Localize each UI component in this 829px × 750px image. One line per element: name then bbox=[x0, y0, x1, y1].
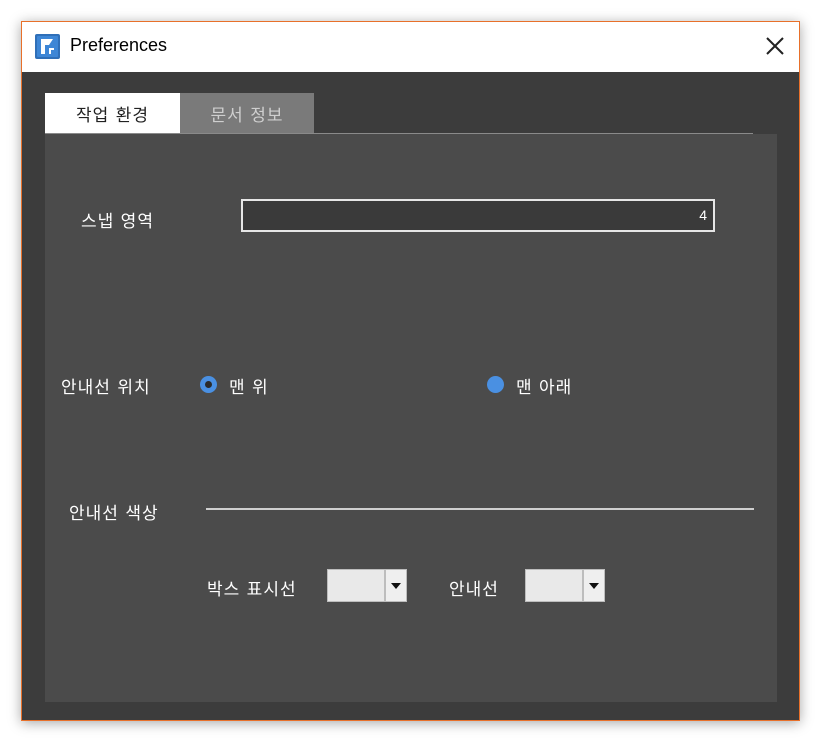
close-icon[interactable] bbox=[757, 28, 793, 64]
tab-document-info[interactable]: 문서 정보 bbox=[180, 93, 314, 133]
box-line-label: 박스 표시선 bbox=[207, 580, 297, 600]
radio-top-label[interactable]: 맨 위 bbox=[229, 373, 269, 398]
guide-line-color-picker[interactable] bbox=[525, 569, 605, 602]
section-divider bbox=[206, 508, 754, 510]
snap-area-label: 스냅 영역 bbox=[81, 212, 154, 232]
chevron-down-icon bbox=[391, 582, 401, 589]
preferences-window: Preferences 작업 환경 문서 정보 스냅 영역 4 안내선 위치 맨… bbox=[21, 21, 800, 721]
dropdown-button[interactable] bbox=[583, 569, 605, 602]
radio-bottom-label[interactable]: 맨 아래 bbox=[516, 373, 572, 398]
window-title: Preferences bbox=[70, 35, 168, 55]
box-line-color-picker[interactable] bbox=[327, 569, 407, 602]
radio-bottom[interactable] bbox=[487, 376, 504, 393]
guide-line-label: 안내선 bbox=[449, 580, 499, 600]
dropdown-button[interactable] bbox=[385, 569, 407, 602]
color-swatch[interactable] bbox=[327, 569, 385, 602]
chevron-down-icon bbox=[589, 582, 599, 589]
title-bar: Preferences bbox=[22, 22, 799, 72]
guide-position-label: 안내선 위치 bbox=[61, 378, 151, 398]
app-logo-icon bbox=[35, 34, 60, 59]
tab-workspace[interactable]: 작업 환경 bbox=[45, 93, 180, 134]
tab-label: 문서 정보 bbox=[210, 105, 284, 126]
color-swatch[interactable] bbox=[525, 569, 583, 602]
guide-color-label: 안내선 색상 bbox=[69, 504, 159, 524]
tab-label: 작업 환경 bbox=[76, 106, 149, 126]
radio-top[interactable] bbox=[200, 376, 217, 393]
snap-area-input[interactable]: 4 bbox=[241, 199, 715, 232]
